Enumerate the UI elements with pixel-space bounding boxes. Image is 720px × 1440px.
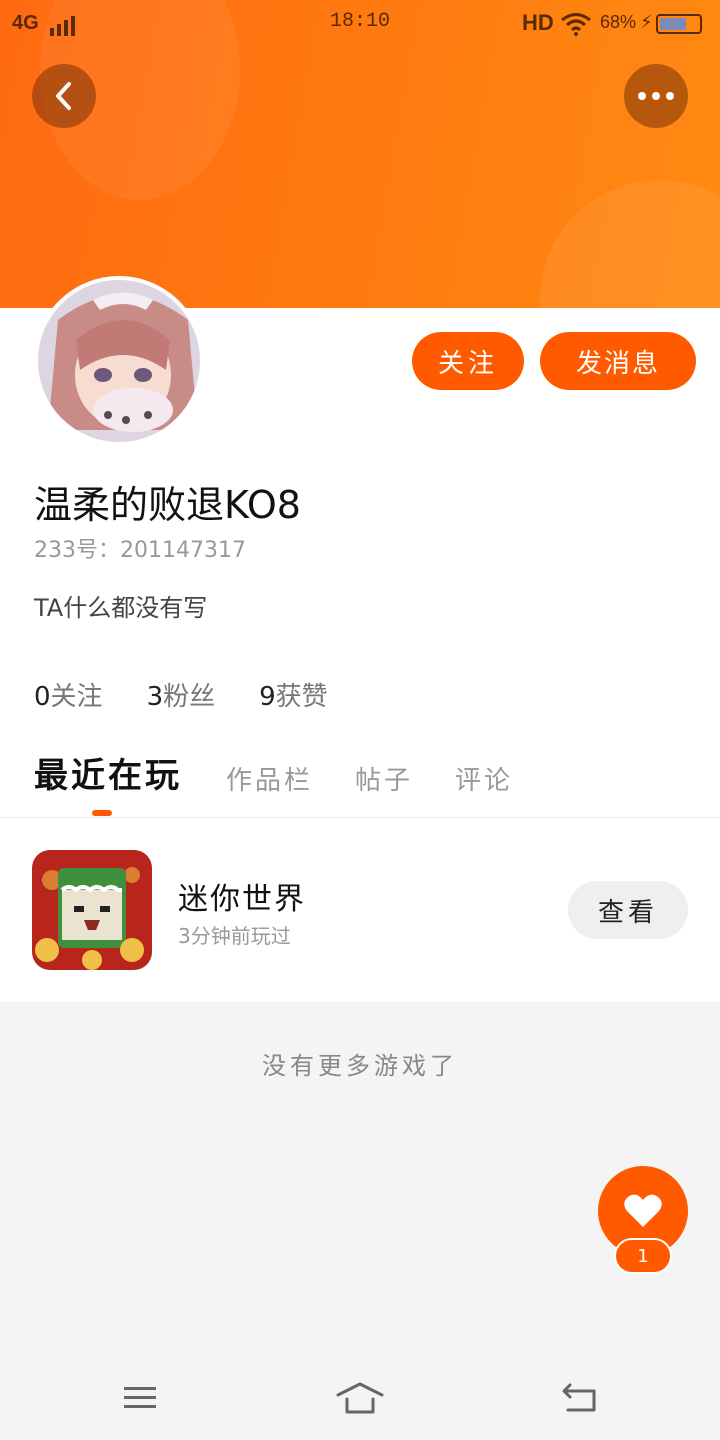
stat-count: 9: [259, 682, 276, 712]
stat-likes[interactable]: 9获赞: [259, 676, 328, 713]
tab-recent-play[interactable]: 最近在玩: [34, 748, 182, 797]
tab-works[interactable]: 作品栏: [226, 760, 313, 797]
more-dots-icon: [638, 92, 674, 100]
battery-percent: 68%: [600, 12, 637, 32]
stat-following[interactable]: 0关注: [34, 676, 103, 713]
wifi-icon: [561, 13, 591, 36]
stat-count: 0: [34, 682, 51, 712]
view-game-button[interactable]: 查看: [568, 881, 688, 939]
no-more-games-text: 没有更多游戏了: [262, 1052, 458, 1080]
stat-count: 3: [146, 682, 164, 712]
hd-indicator: HD: [522, 10, 554, 35]
home-icon: [336, 1382, 384, 1414]
chevron-left-icon: [56, 82, 71, 110]
more-button[interactable]: [624, 64, 688, 128]
battery-icon: [656, 14, 702, 34]
list-item[interactable]: 迷你世界 3分钟前玩过 查看: [0, 818, 720, 1002]
profile-tabs: 最近在玩 作品栏 帖子 评论: [34, 748, 555, 797]
avatar[interactable]: [34, 276, 204, 446]
status-bar: 4G 18:10 HD 68% ⚡: [0, 0, 720, 48]
stat-label: 关注: [50, 682, 103, 712]
heart-icon: [624, 1194, 662, 1227]
bolt-icon: ⚡: [640, 12, 653, 33]
user-id: 233号：201147317: [34, 538, 246, 563]
stat-fans[interactable]: 3粉丝: [147, 676, 216, 713]
menu-button[interactable]: [115, 1378, 165, 1418]
stat-label: 获赞: [275, 682, 328, 712]
user-name: 温柔的败退KO8: [34, 483, 301, 527]
avatar-image: [38, 280, 200, 442]
system-nav-bar: [0, 1360, 720, 1440]
banner-decoration: [540, 180, 720, 308]
follow-button[interactable]: 关注: [412, 332, 524, 390]
home-button[interactable]: [335, 1378, 385, 1418]
game-icon: [32, 850, 152, 970]
like-count-badge: 1: [614, 1238, 672, 1274]
user-bio: TA什么都没有写: [34, 594, 208, 622]
stat-label: 粉丝: [163, 682, 216, 712]
menu-icon: [124, 1387, 156, 1408]
back-arrow-icon: [562, 1383, 596, 1412]
message-button[interactable]: 发消息: [540, 332, 696, 390]
back-nav-button[interactable]: [555, 1378, 605, 1418]
tab-posts[interactable]: 帖子: [355, 760, 413, 797]
game-name: 迷你世界: [178, 882, 306, 917]
tab-indicator: [92, 810, 112, 816]
user-stats: 0关注 3粉丝 9获赞: [34, 676, 372, 713]
divider: [0, 817, 720, 818]
back-button[interactable]: [32, 64, 96, 128]
game-played-time: 3分钟前玩过: [178, 924, 291, 948]
tab-comments[interactable]: 评论: [455, 760, 513, 797]
